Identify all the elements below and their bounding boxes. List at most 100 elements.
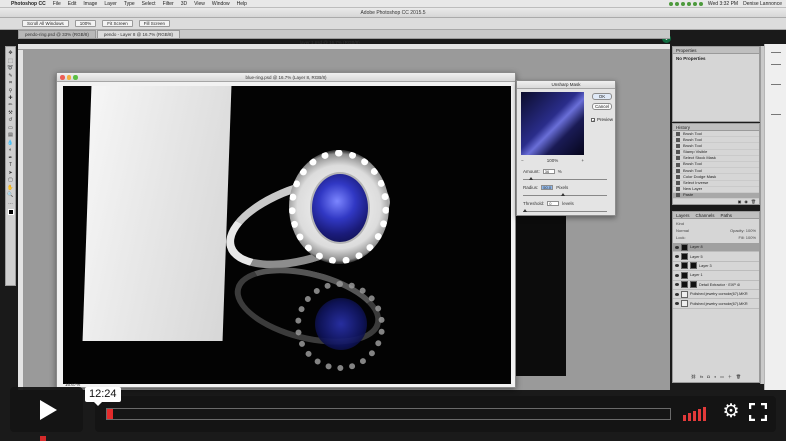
threshold-field[interactable]: 0 xyxy=(547,201,560,206)
add-mask-icon[interactable]: ◘ xyxy=(707,374,709,380)
fit-screen-button[interactable]: Fit Screen xyxy=(102,20,133,27)
zoom-window-icon[interactable] xyxy=(73,75,78,80)
blend-mode-select[interactable]: Normal xyxy=(676,228,689,233)
menu-edit[interactable]: Edit xyxy=(68,1,77,7)
visibility-eye-icon[interactable] xyxy=(675,292,679,296)
visibility-eye-icon[interactable] xyxy=(675,255,679,259)
zoom-100-button[interactable]: 100% xyxy=(74,20,97,27)
brush-tool-icon[interactable]: ✏ xyxy=(6,102,15,108)
amount-slider[interactable] xyxy=(523,177,607,180)
preview-checkbox[interactable]: ✓ xyxy=(591,117,595,122)
menu-image[interactable]: Image xyxy=(83,1,97,7)
status-dot-icon[interactable] xyxy=(674,1,679,6)
zoom-in-icon[interactable]: + xyxy=(581,158,584,163)
amount-slider-knob[interactable] xyxy=(529,177,533,180)
minimize-window-icon[interactable] xyxy=(66,75,71,80)
link-layers-icon[interactable]: ⛓ xyxy=(691,374,696,380)
visibility-eye-icon[interactable] xyxy=(675,302,679,306)
menu-type[interactable]: Type xyxy=(124,1,135,7)
tab-layers[interactable]: Layers xyxy=(676,212,690,218)
dodge-tool-icon[interactable]: ◐ xyxy=(6,147,15,153)
crop-tool-icon[interactable]: ⌗ xyxy=(6,80,15,86)
layer-row[interactable]: Polished jewelry corrode(67).MKR xyxy=(673,290,759,300)
tab-channels[interactable]: Channels xyxy=(696,212,715,218)
layer-row[interactable]: Layer 1 xyxy=(673,271,759,281)
more-tools-icon[interactable]: … xyxy=(6,200,15,206)
adjustment-layer-icon[interactable]: ◑ xyxy=(714,374,716,380)
shape-tool-icon[interactable]: ▢ xyxy=(6,177,15,183)
canvas[interactable] xyxy=(63,86,511,384)
menu-help[interactable]: Help xyxy=(237,1,247,7)
color-swatch-icon[interactable] xyxy=(7,208,14,215)
layer-row[interactable]: Layer 5 xyxy=(673,252,759,262)
volume-icon[interactable] xyxy=(683,405,709,421)
healing-brush-icon[interactable]: ✚ xyxy=(6,95,15,101)
move-tool-icon[interactable]: ✥ xyxy=(6,50,15,56)
opacity-field[interactable]: Opacity: 100% xyxy=(730,228,756,233)
new-layer-icon[interactable]: ＋ xyxy=(728,374,732,380)
layer-style-icon[interactable]: fx xyxy=(700,374,703,380)
user-name[interactable]: Denise Lannonce xyxy=(743,1,782,7)
pen-tool-icon[interactable]: ✒ xyxy=(6,155,15,161)
menu-select[interactable]: Select xyxy=(142,1,156,7)
radius-field[interactable]: 50.0 xyxy=(541,185,554,190)
menu-filter[interactable]: Filter xyxy=(163,1,174,7)
status-dot-icon[interactable] xyxy=(680,1,685,6)
menu-file[interactable]: File xyxy=(53,1,61,7)
status-dot-icon[interactable] xyxy=(686,1,691,6)
dialog-title[interactable]: Unsharp Mask xyxy=(517,81,615,89)
radius-slider-knob[interactable] xyxy=(561,193,565,196)
visibility-eye-icon[interactable] xyxy=(675,245,679,249)
menu-3d[interactable]: 3D xyxy=(181,1,187,7)
visibility-eye-icon[interactable] xyxy=(675,273,679,277)
status-dot-icon[interactable] xyxy=(668,1,673,6)
tab-paths[interactable]: Paths xyxy=(721,212,733,218)
lasso-tool-icon[interactable]: ➰ xyxy=(6,65,15,71)
amount-field[interactable]: 36 xyxy=(542,169,555,174)
trash-icon[interactable]: 🗑 xyxy=(751,199,756,205)
visibility-eye-icon[interactable] xyxy=(675,264,679,268)
threshold-slider[interactable] xyxy=(523,209,607,212)
layer-kind-filter[interactable]: Kind xyxy=(676,221,684,226)
tab-history[interactable]: History xyxy=(676,124,690,130)
fill-field[interactable]: Fill: 100% xyxy=(738,235,756,240)
dialog-preview-image[interactable] xyxy=(521,92,584,155)
layer-row[interactable]: Detail Extractor · EXP 4i xyxy=(673,281,759,290)
layer-row-selected[interactable]: Layer 8 xyxy=(673,243,759,253)
scroll-all-windows-button[interactable]: Scroll All Windows xyxy=(22,20,69,27)
status-dot-icon[interactable] xyxy=(698,1,703,6)
menu-window[interactable]: Window xyxy=(212,1,230,7)
menu-layer[interactable]: Layer xyxy=(104,1,117,7)
path-select-icon[interactable]: ➤ xyxy=(6,170,15,176)
trash-icon[interactable]: 🗑 xyxy=(736,374,741,380)
visibility-eye-icon[interactable] xyxy=(675,283,679,287)
zoom-tool-icon[interactable]: 🔍 xyxy=(6,192,15,198)
tab-document-active[interactable]: pendo - Layer 8 @ 16.7% (RGB/8) xyxy=(96,30,180,38)
clock[interactable]: Wed 3:32 PM xyxy=(708,1,738,7)
close-window-icon[interactable] xyxy=(60,75,65,80)
new-document-icon[interactable]: ▣ xyxy=(738,199,742,205)
eyedropper-tool-icon[interactable]: ⚲ xyxy=(6,87,15,94)
history-brush-icon[interactable]: ↺ xyxy=(6,117,15,123)
clone-stamp-icon[interactable]: ⚒ xyxy=(6,110,15,116)
menu-view[interactable]: View xyxy=(194,1,205,7)
marquee-tool-icon[interactable]: ⬚ xyxy=(6,57,15,64)
new-group-icon[interactable]: ▭ xyxy=(720,374,724,380)
gradient-tool-icon[interactable]: ▤ xyxy=(6,132,15,138)
tab-properties[interactable]: Properties xyxy=(676,47,697,53)
fullscreen-icon[interactable] xyxy=(748,402,768,422)
threshold-slider-knob[interactable] xyxy=(523,209,527,212)
document-titlebar[interactable]: blue-ring.psd @ 16.7% (Layer 8, RGB/8) xyxy=(57,73,515,82)
quick-select-tool-icon[interactable]: ✎ xyxy=(6,72,15,79)
cancel-button[interactable]: Cancel xyxy=(592,103,612,110)
hand-tool-icon[interactable]: ✋ xyxy=(6,185,15,191)
tab-document[interactable]: pendo-ring.psd @ 33% (RGB/8) xyxy=(18,30,96,38)
menu-app-name[interactable]: Photoshop CC xyxy=(11,1,46,7)
ok-button[interactable]: OK xyxy=(592,93,612,100)
layer-row[interactable]: Polished jewelry corrode(67).MKR xyxy=(673,299,759,309)
camera-snapshot-icon[interactable]: ◉ xyxy=(744,199,748,205)
fill-screen-button[interactable]: Fill Screen xyxy=(138,20,171,27)
layer-row[interactable]: Layer 3 xyxy=(673,262,759,272)
blur-tool-icon[interactable]: 💧 xyxy=(6,140,15,146)
video-progress-bar[interactable] xyxy=(106,408,671,420)
